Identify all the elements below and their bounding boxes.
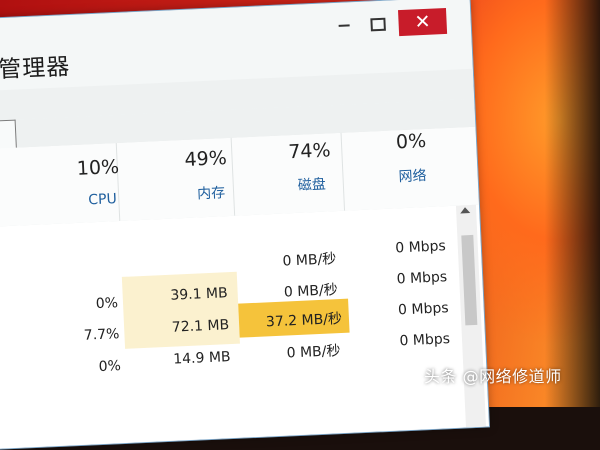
table-cell-disk: 0 MB/秒 bbox=[282, 251, 337, 270]
close-button[interactable]: ✕ bbox=[398, 7, 448, 37]
scrollbar-thumb[interactable] bbox=[461, 234, 478, 326]
scroll-up-arrow-icon[interactable] bbox=[460, 207, 471, 214]
task-manager-window: 管理器 ✕ 10% CPU 49% 内存 74% 磁盘 0% 网络 0 MB/秒… bbox=[0, 0, 489, 450]
table-cell-disk: 0 MB/秒 bbox=[283, 282, 339, 301]
minimize-button[interactable] bbox=[330, 12, 357, 39]
watermark: 头条 @网络修道师 bbox=[424, 367, 562, 386]
disk-percent[interactable]: 74% bbox=[288, 139, 331, 163]
disk-column-header[interactable]: 磁盘 bbox=[297, 174, 327, 195]
memory-cell-shading bbox=[121, 271, 240, 349]
cpu-column-header[interactable]: CPU bbox=[88, 191, 117, 208]
table-cell-disk: 0 MB/秒 bbox=[286, 343, 341, 362]
network-percent[interactable]: 0% bbox=[395, 130, 426, 153]
network-column-header[interactable]: 网络 bbox=[398, 165, 427, 186]
memory-percent[interactable]: 49% bbox=[184, 147, 227, 171]
cpu-percent[interactable]: 10% bbox=[76, 156, 119, 180]
window-title: 管理器 bbox=[0, 54, 71, 84]
memory-column-header[interactable]: 内存 bbox=[197, 182, 226, 203]
maximize-button[interactable] bbox=[364, 10, 391, 37]
monitor-bezel bbox=[508, 0, 600, 407]
